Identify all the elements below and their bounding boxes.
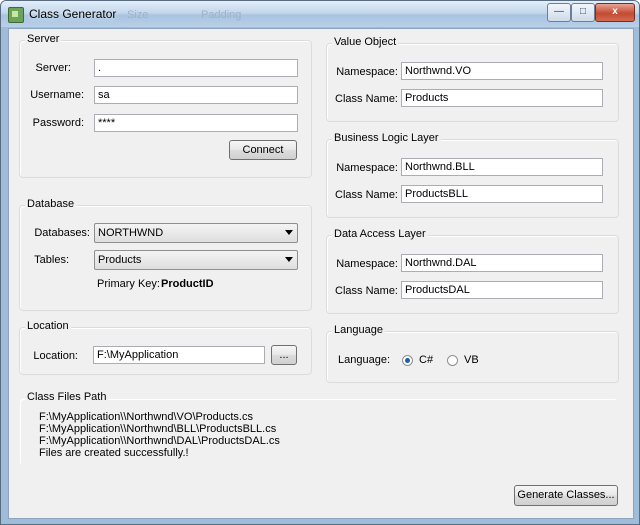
tables-select[interactable]: Products bbox=[94, 250, 298, 270]
primary-key-label: Primary Key: bbox=[97, 278, 160, 290]
maximize-button[interactable]: □ bbox=[571, 3, 595, 22]
chevron-down-icon bbox=[285, 257, 293, 262]
bll-class-name-input[interactable]: ProductsBLL bbox=[401, 185, 603, 203]
vo-class-name-label: Class Name: bbox=[335, 93, 398, 105]
server-input[interactable]: . bbox=[94, 59, 298, 77]
file-path-line: F:\MyApplication\\Northwnd\DAL\ProductsD… bbox=[39, 435, 280, 447]
location-input[interactable]: F:\MyApplication bbox=[93, 346, 265, 364]
language-group: Language Language: C# VB bbox=[326, 324, 619, 383]
app-icon bbox=[8, 7, 24, 23]
vo-namespace-input[interactable]: Northwnd.VO bbox=[401, 62, 603, 80]
chevron-down-icon bbox=[285, 230, 293, 235]
value-object-group-title: Value Object bbox=[332, 36, 399, 48]
location-group-title: Location bbox=[25, 320, 71, 332]
language-label: Language: bbox=[338, 354, 390, 366]
password-input[interactable]: **** bbox=[94, 114, 298, 132]
radio-csharp[interactable] bbox=[402, 355, 413, 366]
window-title: Class Generator bbox=[29, 7, 117, 21]
ghost-text-size: Size bbox=[127, 9, 149, 21]
location-group: Location Location: F:\MyApplication ... bbox=[19, 320, 312, 375]
generate-classes-button[interactable]: Generate Classes... bbox=[514, 485, 618, 506]
vo-namespace-label: Namespace: bbox=[336, 66, 398, 78]
radio-vb[interactable] bbox=[447, 355, 458, 366]
status-message: Files are created successfully.! bbox=[39, 447, 189, 459]
server-label: Server: bbox=[35, 62, 71, 74]
location-label: Location: bbox=[33, 350, 78, 362]
tables-label: Tables: bbox=[34, 254, 69, 266]
client-area: Server Server: . Username: sa Password: … bbox=[8, 28, 634, 519]
bll-namespace-label: Namespace: bbox=[336, 162, 398, 174]
database-group-title: Database bbox=[25, 198, 77, 210]
bll-group: Business Logic Layer Namespace: Northwnd… bbox=[326, 132, 619, 218]
language-group-title: Language bbox=[332, 324, 385, 336]
minimize-button[interactable]: — bbox=[547, 3, 571, 22]
title-bar[interactable]: Class Generator Size Padding — □ x bbox=[1, 1, 639, 27]
dal-class-name-label: Class Name: bbox=[335, 285, 398, 297]
connect-button[interactable]: Connect bbox=[229, 140, 297, 160]
bll-namespace-input[interactable]: Northwnd.BLL bbox=[401, 158, 603, 176]
dal-group: Data Access Layer Namespace: Northwnd.DA… bbox=[326, 228, 619, 314]
file-path-line: F:\MyApplication\\Northwnd\BLL\ProductsB… bbox=[39, 423, 277, 435]
primary-key-value: ProductID bbox=[161, 278, 214, 290]
value-object-group: Value Object Namespace: Northwnd.VO Clas… bbox=[326, 36, 619, 122]
tables-select-value: Products bbox=[98, 254, 142, 266]
vo-class-name-input[interactable]: Products bbox=[401, 89, 603, 107]
server-group: Server Server: . Username: sa Password: … bbox=[19, 33, 312, 178]
file-path-line: F:\MyApplication\\Northwnd\VO\Products.c… bbox=[39, 411, 253, 423]
radio-vb-label[interactable]: VB bbox=[464, 354, 479, 366]
browse-button[interactable]: ... bbox=[271, 345, 297, 365]
ghost-text-padding: Padding bbox=[201, 9, 242, 21]
dal-class-name-input[interactable]: ProductsDAL bbox=[401, 281, 603, 299]
bll-group-title: Business Logic Layer bbox=[332, 132, 441, 144]
username-label: Username: bbox=[30, 89, 84, 101]
server-group-title: Server bbox=[25, 33, 62, 45]
close-button[interactable]: x bbox=[595, 3, 635, 22]
databases-select[interactable]: NORTHWND bbox=[94, 223, 298, 243]
radio-csharp-label[interactable]: C# bbox=[419, 354, 433, 366]
password-label: Password: bbox=[32, 117, 84, 129]
dal-namespace-label: Namespace: bbox=[336, 258, 398, 270]
bll-class-name-label: Class Name: bbox=[335, 189, 398, 201]
dal-group-title: Data Access Layer bbox=[332, 228, 428, 240]
databases-label: Databases: bbox=[34, 227, 90, 239]
dal-namespace-input[interactable]: Northwnd.DAL bbox=[401, 254, 603, 272]
username-input[interactable]: sa bbox=[94, 86, 298, 104]
class-files-group-title: Class Files Path bbox=[25, 391, 109, 403]
main-window: Class Generator Size Padding — □ x Serve… bbox=[0, 0, 640, 525]
databases-select-value: NORTHWND bbox=[98, 227, 164, 239]
database-group: Database Databases: NORTHWND Tables: Pro… bbox=[19, 198, 312, 311]
